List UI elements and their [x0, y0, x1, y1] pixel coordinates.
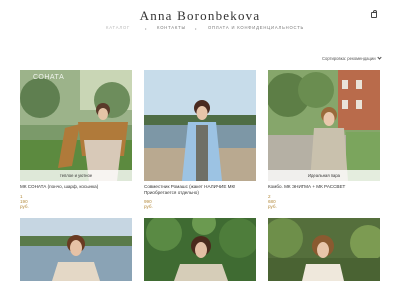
- site-logo[interactable]: Anna Boronbekova: [0, 8, 400, 24]
- product-price: 990 руб.: [144, 199, 153, 209]
- product-badge: теплое и уютное: [20, 170, 132, 181]
- main-nav: Каталог • Контакты • Оплата и конфиденци…: [0, 25, 400, 35]
- site-header: Anna Boronbekova: [0, 0, 400, 45]
- nav-item-catalog[interactable]: Каталог: [106, 25, 130, 30]
- product-image[interactable]: [144, 70, 256, 181]
- product-title[interactable]: Совместник Ромашс (жакет НАЛИЧИЕ МК! При…: [144, 184, 259, 196]
- product-image[interactable]: [144, 218, 256, 281]
- sort-label: Сортировка: рекомендации: [322, 56, 376, 61]
- nav-item-payment-privacy[interactable]: Оплата и конфиденциальность: [208, 25, 304, 30]
- nav-separator: •: [145, 26, 147, 31]
- sort-dropdown[interactable]: Сортировка: рекомендации: [322, 55, 382, 61]
- product-image[interactable]: СОНАТА теплое и уютное: [20, 70, 132, 181]
- product-image[interactable]: [20, 218, 132, 281]
- product-price: 2 680 руб.: [268, 194, 277, 209]
- product-title[interactable]: Комбо. МК ЭНИГМА + МК РАССВЕТ: [268, 184, 383, 190]
- product-image[interactable]: Идеальная пара: [268, 70, 380, 181]
- cart-icon[interactable]: [371, 10, 377, 18]
- product-title[interactable]: МК СОНАТА (пончо, шарф, косынка): [20, 184, 135, 190]
- chevron-down-icon: [376, 55, 382, 60]
- nav-item-contacts[interactable]: Контакты: [157, 25, 186, 30]
- product-badge: Идеальная пара: [268, 170, 380, 181]
- product-price: 1 190 руб.: [20, 194, 29, 209]
- nav-separator: •: [195, 26, 197, 31]
- product-image[interactable]: [268, 218, 380, 281]
- image-watermark: СОНАТА: [33, 74, 65, 81]
